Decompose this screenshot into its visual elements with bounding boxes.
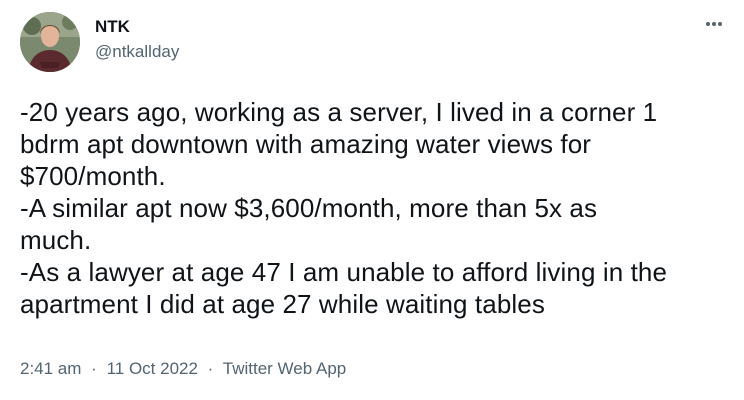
tweet-date[interactable]: 11 Oct 2022	[107, 359, 198, 378]
more-dot	[706, 22, 710, 26]
tweet-text-line: apartment I did at age 27 while waiting …	[20, 289, 545, 319]
more-horizontal-icon[interactable]	[702, 12, 726, 36]
author-names: NTK @ntkallday	[95, 16, 179, 63]
tweet-metadata: 2:41 am · 11 Oct 2022 · Twitter Web App	[20, 358, 346, 380]
separator: ·	[207, 359, 214, 378]
tweet-text-line: -As a lawyer at age 47 I am unable to af…	[20, 257, 668, 287]
tweet-text-line: -A similar apt now $3,600/month, more th…	[20, 193, 598, 223]
tweet-text-line: -20 years ago, working as a server, I li…	[20, 97, 658, 127]
tweet-time[interactable]: 2:41 am	[20, 359, 81, 378]
tweet-text-line: much.	[20, 225, 92, 255]
user-handle[interactable]: @ntkallday	[95, 41, 179, 63]
tweet-text-line: bdrm apt downtown with amazing water vie…	[20, 129, 592, 159]
tweet-text: -20 years ago, working as a server, I li…	[20, 96, 732, 320]
more-dot	[718, 22, 722, 26]
tweet-source[interactable]: Twitter Web App	[223, 359, 346, 378]
display-name[interactable]: NTK	[95, 16, 179, 38]
profile-photo-icon	[20, 12, 80, 72]
more-dot	[712, 22, 716, 26]
tweet-text-line: $700/month.	[20, 161, 166, 191]
tweet-card: NTK @ntkallday -20 years ago, working as…	[0, 0, 744, 400]
separator: ·	[91, 359, 97, 378]
avatar[interactable]	[20, 12, 80, 72]
